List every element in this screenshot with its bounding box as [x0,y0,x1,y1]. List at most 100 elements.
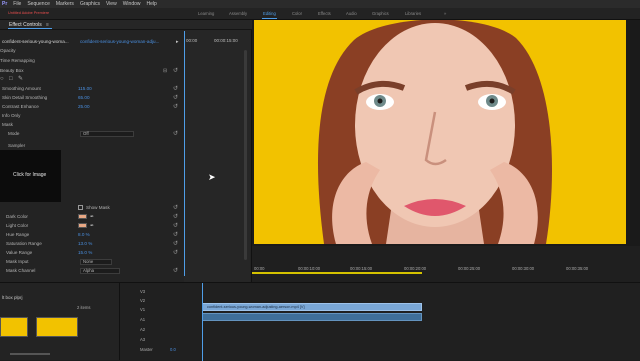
workspace-assembly[interactable]: Assembly [229,11,247,16]
mask-input-select[interactable]: None [80,258,112,265]
sampler-row[interactable]: Sampler [0,141,184,150]
app-logo-icon[interactable]: Pr [2,1,7,7]
opacity-row[interactable]: Opacity [0,46,184,55]
saturation-range-value[interactable]: 13.0 % [78,241,92,246]
mode-select[interactable]: Off [80,130,134,137]
workspace-bar: Untitled Adobe Premiere Learning Assembl… [0,8,640,20]
skin-detail-row[interactable]: Skin Detail Smoothing 65.00 ↺ [0,93,184,102]
reset-icon[interactable]: ↺ [173,223,178,229]
param-label: Mode [8,131,20,136]
work-area-bar[interactable] [252,272,422,274]
track-label-a2[interactable]: A2 [140,327,145,332]
workspace-effects[interactable]: Effects [318,11,331,16]
reset-icon[interactable]: ↺ [173,268,178,274]
mask-input-row[interactable]: Mask Input None [0,257,184,266]
param-label: Value Range [6,250,33,255]
click-for-image-box[interactable]: Click for Image [0,150,61,202]
rectangle-mask-icon[interactable]: □ [9,76,13,82]
workspace-learning[interactable]: Learning [198,11,214,16]
keyframe-nav-icon[interactable]: ⊟ [163,68,167,74]
ec-time-start: 00:00 [186,38,198,43]
show-mask-row[interactable]: Show Mask ↺ [0,203,184,212]
menu-graphics[interactable]: Graphics [80,1,100,7]
master-volume-value[interactable]: 0.0 [170,347,176,352]
time-remapping-row[interactable]: Time Remapping [0,56,184,65]
audio-clip[interactable] [202,313,422,321]
program-ruler[interactable]: 00:00 00:00:10:00 00:00:15:00 00:00:20:0… [252,246,640,282]
play-only-audio-icon[interactable]: ▸ [176,39,179,45]
eyedropper-icon[interactable]: ✒ [90,223,94,229]
reset-icon[interactable]: ↺ [173,232,178,238]
video-clip[interactable]: confident-serious-young-woman-adjusting-… [202,303,422,311]
mask-row[interactable]: Mask [0,120,184,129]
workspace-color[interactable]: Color [292,11,302,16]
contrast-enhance-row[interactable]: Contrast Enhance 25.00 ↺ [0,102,184,111]
param-label: Contrast Enhance [2,104,39,109]
ec-time-end: 00:00:15:00 [214,38,238,43]
sequence-clip-name[interactable]: confident-serious-young-woman-adju... [80,39,159,44]
mode-row[interactable]: Mode Off ↺ [0,129,184,138]
menu-markers[interactable]: Markers [56,1,74,7]
light-color-swatch[interactable] [78,223,87,228]
ec-playhead[interactable] [184,31,185,276]
skin-detail-value[interactable]: 65.00 [78,95,90,100]
track-label-v2[interactable]: V2 [140,298,145,303]
mask-channel-select[interactable]: Alpha [80,267,120,274]
hue-range-row[interactable]: Hue Range 8.0 % ↺ [0,230,184,239]
menu-sequence[interactable]: Sequence [27,1,50,7]
saturation-range-row[interactable]: Saturation Range 13.0 % ↺ [0,239,184,248]
program-monitor[interactable] [252,20,640,246]
reset-icon[interactable]: ↺ [173,205,178,211]
hue-range-value[interactable]: 8.0 % [78,232,90,237]
effect-controls-timeline[interactable]: 00:00 00:00:15:00 [184,30,250,282]
menu-window[interactable]: Window [123,1,141,7]
light-color-row[interactable]: Light Color ✒ ↺ [0,221,184,230]
ruler-tick: 00:00:30:00 [512,266,535,271]
mode-select-value: Off [83,130,89,136]
timeline-playhead[interactable] [202,283,203,361]
contrast-enhance-value[interactable]: 25.00 [78,104,90,109]
reset-icon[interactable]: ↺ [173,95,178,101]
eyedropper-icon[interactable]: ✒ [90,214,94,220]
param-label: Mask Input [6,259,29,264]
track-label-v3[interactable]: V3 [140,289,145,294]
reset-icon[interactable]: ↺ [173,68,178,74]
active-tab-indicator [8,28,52,29]
menu-file[interactable]: File [13,1,21,7]
track-label-v1[interactable]: V1 [140,307,145,312]
project-sequence-thumbnail[interactable] [36,317,78,337]
value-range-value[interactable]: 15.0 % [78,250,92,255]
dark-color-row[interactable]: Dark Color ✒ ↺ [0,212,184,221]
thumbnail-size-slider[interactable] [10,353,50,355]
reset-icon[interactable]: ↺ [173,104,178,110]
reset-icon[interactable]: ↺ [173,214,178,220]
menu-view[interactable]: View [106,1,117,7]
show-mask-checkbox[interactable] [78,205,83,210]
info-only-row[interactable]: Info Only [0,111,184,120]
timeline-panel: V3 V2 V1 A1 A2 A3 Master 0.0 confident-s… [120,282,640,361]
workspace-graphics[interactable]: Graphics [372,11,389,16]
reset-icon[interactable]: ↺ [173,86,178,92]
project-title: Untitled Adobe Premiere [8,11,50,15]
workspace-audio[interactable]: Audio [346,11,357,16]
menu-help[interactable]: Help [147,1,157,7]
dark-color-swatch[interactable] [78,214,87,219]
workspace-libraries[interactable]: Libraries [405,11,421,16]
reset-icon[interactable]: ↺ [173,241,178,247]
track-label-a3[interactable]: A3 [140,337,145,342]
reset-icon[interactable]: ↺ [173,131,178,137]
pen-mask-icon[interactable]: ✎ [18,75,23,82]
value-range-row[interactable]: Value Range 15.0 % ↺ [0,248,184,257]
smoothing-amount-row[interactable]: Smoothing Amount 115.00 ↺ [0,84,184,93]
workspaces-more-button[interactable]: » [444,11,446,16]
track-label-a1[interactable]: A1 [140,317,145,322]
master-track-label: Master [140,347,153,352]
ec-scrollbar[interactable] [244,50,247,260]
project-clip-thumbnail[interactable] [0,317,28,337]
workspace-editing[interactable]: Editing [263,11,276,16]
master-clip-name[interactable]: confident-serious-young-woma... [2,39,69,44]
reset-icon[interactable]: ↺ [173,250,178,256]
mask-channel-row[interactable]: Mask Channel Alpha ↺ [0,266,184,275]
smoothing-amount-value[interactable]: 115.00 [78,86,92,91]
ellipse-mask-icon[interactable]: ○ [0,76,4,82]
